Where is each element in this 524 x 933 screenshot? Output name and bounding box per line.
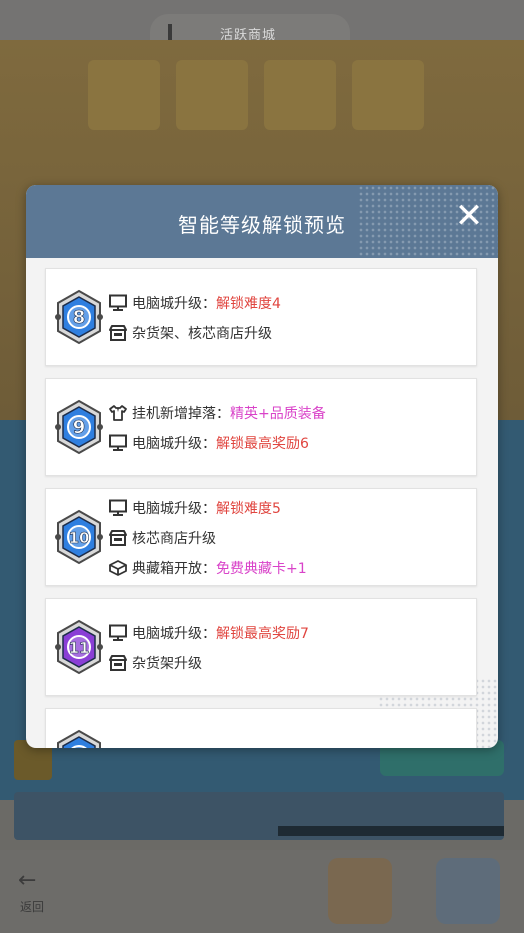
unlock-label: 电脑城升级：: [132, 626, 216, 642]
level-card: 9 挂机新增掉落： 精英+品质装备 电脑城升级： 解锁最高奖励6: [45, 378, 477, 476]
unlock-preview-dialog: 智能等级解锁预览 ✕ 8 电脑城升级： 解锁难度4 杂货架、核芯商店升级 9 挂机新增掉落…: [26, 185, 498, 748]
unlock-line: 典藏箱开放： 免费典藏卡+1: [108, 557, 307, 579]
level-badge-icon: 8: [54, 289, 104, 345]
scene-tile[interactable]: [88, 60, 160, 130]
unlock-line: 杂货架升级: [108, 652, 202, 674]
monitor-icon: [108, 434, 128, 452]
monitor-icon: [108, 294, 128, 312]
unlock-value: 解锁最高奖励7: [216, 626, 309, 642]
back-label[interactable]: 返回: [20, 898, 44, 915]
unlock-line: 电脑城升级： 解锁难度5: [108, 497, 281, 519]
shop-icon: [108, 529, 128, 547]
close-icon[interactable]: ✕: [452, 199, 486, 233]
svg-text:11: 11: [69, 639, 90, 657]
back-arrow-icon[interactable]: ←: [18, 868, 36, 893]
monitor-icon: [108, 499, 128, 517]
svg-text:8: 8: [73, 307, 86, 328]
unlock-label: 杂货架升级: [132, 656, 202, 672]
level-card: 11 电脑城升级： 解锁最高奖励7 杂货架升级: [45, 598, 477, 696]
scene-tile[interactable]: [176, 60, 248, 130]
shop-icon: [108, 324, 128, 342]
tab-marker: [168, 24, 172, 40]
level-badge-icon: 9: [54, 399, 104, 455]
level-badge-icon: 11: [54, 619, 104, 675]
unlock-label: 电脑城升级：: [132, 501, 216, 517]
shop-icon: [108, 654, 128, 672]
unlock-label: 挂机新增掉落：: [132, 406, 230, 422]
svg-text:10: 10: [69, 529, 90, 547]
svg-text:9: 9: [73, 417, 86, 438]
unlock-value: 解锁最高奖励6: [216, 436, 309, 452]
unlock-line: 电脑城升级： 解锁难度4: [108, 292, 281, 314]
level-badge-icon: 10: [54, 509, 104, 565]
shirt-icon: [108, 404, 128, 422]
unlock-label: 杂货架、核芯商店升级: [132, 326, 272, 342]
unlock-value: 精英+品质装备: [230, 406, 326, 422]
unlock-value: 免费典藏卡+1: [216, 561, 307, 577]
level-badge-icon: 12: [54, 729, 104, 748]
unlock-line: 杂货架、核芯商店升级: [108, 322, 272, 344]
scene-tile[interactable]: [264, 60, 336, 130]
progress-bar: [278, 826, 504, 836]
equipment-nav-button[interactable]: [436, 858, 500, 924]
unlock-label: 核芯商店升级: [132, 531, 216, 547]
dialog-title: 智能等级解锁预览: [178, 213, 346, 237]
unlock-label: 电脑城升级：: [132, 296, 216, 312]
level-card: 8 电脑城升级： 解锁难度4 杂货架、核芯商店升级: [45, 268, 477, 366]
unlock-line: 挂机新增掉落：史诗品质装备: [108, 747, 314, 748]
unlock-line: 电脑城升级： 解锁最高奖励7: [108, 622, 309, 644]
unlock-line: 挂机新增掉落： 精英+品质装备: [108, 402, 326, 424]
unlock-value: 解锁难度5: [216, 501, 281, 517]
unlock-line: 电脑城升级： 解锁最高奖励6: [108, 432, 309, 454]
dialog-body[interactable]: 8 电脑城升级： 解锁难度4 杂货架、核芯商店升级 9 挂机新增掉落： 精英+品质装备 电脑城…: [26, 258, 498, 748]
level-card: 12 挂机新增掉落：史诗品质装备: [45, 708, 477, 748]
unlock-label: 电脑城升级：: [132, 436, 216, 452]
unlock-label: 典藏箱开放：: [132, 561, 216, 577]
unlock-value: 解锁难度4: [216, 296, 281, 312]
scene-tile[interactable]: [352, 60, 424, 130]
shop-nav-button[interactable]: [328, 858, 392, 924]
level-card: 10 电脑城升级： 解锁难度5 核芯商店升级 典藏箱开放： 免费典藏卡+1: [45, 488, 477, 586]
box-icon: [108, 559, 128, 577]
unlock-line: 核芯商店升级: [108, 527, 216, 549]
monitor-icon: [108, 624, 128, 642]
dialog-header: 智能等级解锁预览 ✕: [26, 185, 498, 258]
